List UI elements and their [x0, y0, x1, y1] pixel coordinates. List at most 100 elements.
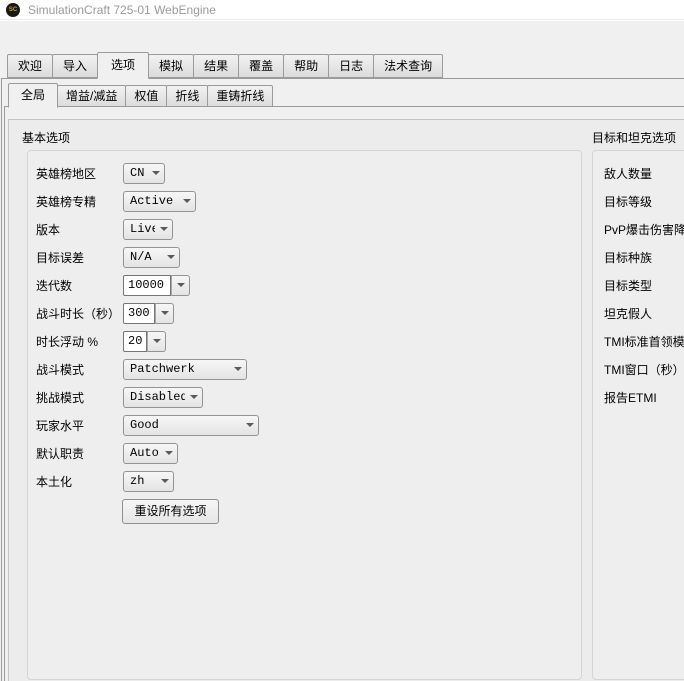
globals-scroll-area[interactable]: 基本选项 英雄榜地区 CN 英雄榜专精 Active 版本 Liv 目标误差 N…: [8, 119, 684, 681]
tab-label: 法术查询: [384, 59, 433, 73]
sub-tab-reforge-plots[interactable]: 重铸折线: [207, 85, 274, 107]
main-tab-overrides[interactable]: 覆盖: [238, 54, 285, 78]
field-label: PvP爆击伤害降低: [604, 222, 684, 237]
chevron-down-icon[interactable]: [155, 220, 172, 239]
chevron-down-icon[interactable]: [241, 416, 258, 435]
field-label: 英雄榜地区: [36, 166, 97, 181]
reset-all-settings-button[interactable]: 重设所有选项: [122, 499, 219, 524]
chevron-down-icon[interactable]: [178, 192, 195, 211]
chevron-down-icon[interactable]: [155, 302, 174, 324]
form-row-target-type: 目标类型: [593, 271, 684, 299]
dropdown-value: Auto: [130, 446, 159, 460]
logo-monogram: SC: [8, 6, 18, 13]
dropdown-value: 10000: [128, 278, 165, 292]
form-row-target-error: 目标误差 N/A: [28, 243, 581, 271]
chevron-down-glyph: [160, 479, 169, 483]
form-row-tank-dummy: 坦克假人: [593, 299, 684, 327]
field-label: 敌人数量: [604, 166, 653, 181]
chevron-down-icon[interactable]: [147, 164, 164, 183]
dropdown[interactable]: Disabled: [123, 386, 203, 408]
dropdown[interactable]: Auto: [123, 442, 178, 464]
chevron-down-icon[interactable]: [156, 472, 173, 491]
chevron-down-icon[interactable]: [160, 444, 177, 463]
form-row-tmi-window: TMI窗口（秒）: [593, 355, 684, 383]
chevron-down-icon[interactable]: [185, 388, 202, 407]
target-options-groupbox: 敌人数量 目标等级 PvP爆击伤害降低 目标种族 目标类型 坦克假人 TMI标准…: [592, 150, 684, 680]
form-row-version: 版本 Live: [28, 215, 581, 243]
dropdown[interactable]: Patchwerk: [123, 358, 247, 380]
main-tab-spell-query[interactable]: 法术查询: [373, 54, 444, 78]
dropdown[interactable]: 20: [123, 330, 166, 352]
form-row-num-enemies: 敌人数量: [593, 159, 684, 187]
tab-label: 导入: [63, 59, 88, 73]
tab-label: 权值: [134, 89, 159, 103]
chevron-down-glyph: [160, 311, 169, 315]
dropdown-value: zh: [130, 474, 145, 488]
dropdown-value: Active: [130, 194, 174, 208]
dropdown[interactable]: Live: [123, 218, 173, 240]
chevron-down-glyph: [189, 395, 198, 399]
form-row-localization: 本土化 zh: [28, 467, 581, 495]
form-row-show-etmi: 报告ETMI: [593, 383, 684, 411]
field-label: 玩家水平: [36, 418, 85, 433]
dropdown[interactable]: Good: [123, 414, 259, 436]
sub-tab-globals[interactable]: 全局: [8, 83, 59, 108]
sub-tab-scaling[interactable]: 权值: [125, 85, 168, 107]
field-label: 目标等级: [604, 194, 653, 209]
main-tab-log[interactable]: 日志: [328, 54, 375, 78]
dropdown-value: Disabled: [130, 390, 185, 404]
field-label: 目标误差: [36, 250, 85, 265]
title-bar: SC SimulationCraft 725-01 WebEngine: [0, 0, 684, 20]
sub-tab-buffs-debuffs[interactable]: 增益/减益: [57, 85, 127, 107]
chevron-down-glyph: [164, 451, 173, 455]
chevron-down-icon[interactable]: [171, 274, 190, 296]
field-label: 挑战模式: [36, 390, 85, 405]
field-label: TMI窗口（秒）: [604, 362, 684, 377]
main-tab-help[interactable]: 帮助: [283, 54, 330, 78]
tab-label: 结果: [204, 59, 229, 73]
dropdown[interactable]: CN: [123, 162, 165, 184]
dropdown-value: N/A: [130, 250, 152, 264]
main-tab-import[interactable]: 导入: [52, 54, 99, 78]
tab-label: 帮助: [294, 59, 319, 73]
field-label: 默认职责: [36, 446, 85, 461]
field-label: 报告ETMI: [604, 390, 657, 405]
dropdown[interactable]: zh: [123, 470, 174, 492]
window-title: SimulationCraft 725-01 WebEngine: [28, 2, 216, 17]
chevron-down-glyph: [151, 171, 160, 175]
main-tab-results[interactable]: 结果: [193, 54, 240, 78]
field-label: 战斗模式: [36, 362, 85, 377]
chevron-down-icon[interactable]: [162, 248, 179, 267]
tab-label: 增益/减益: [66, 89, 118, 103]
main-tab-options[interactable]: 选项: [97, 52, 150, 79]
main-tab-simulate[interactable]: 模拟: [148, 54, 195, 78]
field-label: 坦克假人: [604, 306, 653, 321]
form-row-tmi-standard-boss: TMI标准首领模型: [593, 327, 684, 355]
chevron-down-icon[interactable]: [229, 360, 246, 379]
dropdown[interactable]: Active: [123, 190, 196, 212]
dropdown[interactable]: 10000: [123, 274, 190, 296]
chevron-down-icon[interactable]: [147, 330, 166, 352]
dropdown-value: 20: [128, 334, 143, 348]
chevron-down-glyph: [182, 199, 191, 203]
field-label: 目标种族: [604, 250, 653, 265]
chevron-down-glyph: [166, 255, 175, 259]
chevron-down-glyph: [176, 283, 185, 287]
sub-tab-plots[interactable]: 折线: [166, 85, 209, 107]
form-row-challenge-mode: 挑战模式 Disabled: [28, 383, 581, 411]
tab-label: 全局: [21, 88, 46, 102]
form-row-default-role: 默认职责 Auto: [28, 439, 581, 467]
tab-label: 折线: [175, 89, 200, 103]
form-row-armory-spec: 英雄榜专精 Active: [28, 187, 581, 215]
chevron-down-glyph: [245, 423, 254, 427]
dropdown[interactable]: N/A: [123, 246, 180, 268]
dropdown-value: Patchwerk: [130, 362, 195, 376]
dropdown[interactable]: 300: [123, 302, 174, 324]
client-area: 欢迎 导入 选项 模拟 结果 覆盖 帮助 日志 法术查询 全局 增益/减益 权值…: [0, 21, 684, 681]
basic-options-groupbox: 英雄榜地区 CN 英雄榜专精 Active 版本 Liv 目标误差 N/A 迭代…: [27, 150, 582, 680]
target-options-header: 目标和坦克选项: [592, 131, 677, 145]
field-label: 目标类型: [604, 278, 653, 293]
dropdown-value: Good: [130, 418, 159, 432]
form-row-player-skill: 玩家水平 Good: [28, 411, 581, 439]
main-tab-welcome[interactable]: 欢迎: [7, 54, 54, 78]
